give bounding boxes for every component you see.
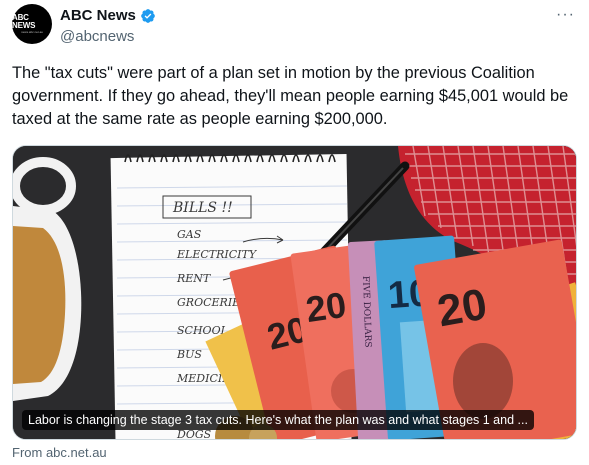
handle[interactable]: @abcnews — [60, 28, 134, 46]
author-name-row[interactable]: ABC News — [60, 6, 156, 26]
portrait — [453, 343, 513, 419]
abc-logo-text: ABC NEWS — [12, 13, 36, 30]
note-value-20-c: 20 — [434, 280, 491, 337]
note-title: BILLS !! — [172, 200, 233, 216]
display-name[interactable]: ABC News — [60, 6, 136, 26]
note-value-20-b: 20 — [303, 284, 348, 330]
note-item-rent: RENT — [176, 272, 212, 285]
avatar[interactable]: ABC NEWS news.abc.net.au — [12, 4, 52, 44]
more-options-icon[interactable]: ··· — [556, 7, 575, 23]
card-source[interactable]: From abc.net.au — [12, 445, 107, 461]
tweet-text: The "tax cuts" were part of a plan set i… — [12, 64, 569, 128]
abc-logo-subtext: news.abc.net.au — [21, 30, 43, 34]
verified-badge-icon — [141, 9, 155, 23]
card-headline[interactable]: Labor is changing the stage 3 tax cuts. … — [22, 410, 534, 430]
note-item-gas: GAS — [177, 228, 202, 241]
note-item-electricity: ELECTRICITY — [176, 248, 258, 261]
link-card[interactable]: BILLS !! GAS ELECTRICITY RENT GROCERIES … — [12, 145, 577, 440]
note-item-bus: BUS — [176, 348, 202, 361]
card-photo: BILLS !! GAS ELECTRICITY RENT GROCERIES … — [13, 146, 576, 439]
